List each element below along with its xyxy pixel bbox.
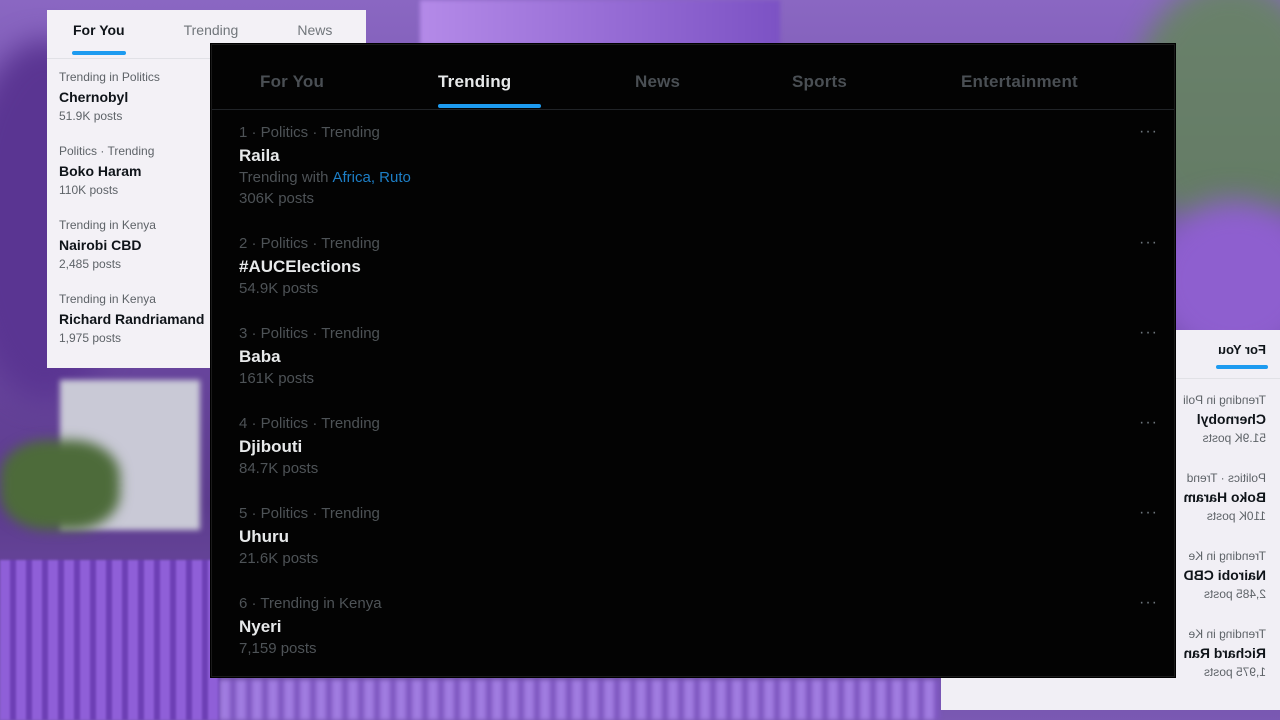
right-trend-item[interactable]: Trending in Ke Nairobi CBD 2,485 posts <box>1184 549 1266 601</box>
trend-meta: Trending in Politics <box>59 70 160 84</box>
trend-topic: Djibouti <box>239 437 303 456</box>
trend-posts: 2,485 posts <box>59 257 122 271</box>
more-options-icon[interactable]: ··· <box>1139 414 1158 432</box>
trend-topic: Richard Randriamand <box>59 311 205 327</box>
trend-meta: 4 · Politics · Trending <box>239 415 380 432</box>
trending-panel: For You Trending News Sports Entertainme… <box>211 44 1175 677</box>
trend-with-links[interactable]: Africa, Ruto <box>333 169 411 186</box>
right-trend-item[interactable]: Trending in Ke Richard Ran 1,975 posts <box>1184 627 1266 679</box>
trend-with-line: Trending with Africa, Ruto <box>239 168 1174 188</box>
trend-posts: 1,975 posts <box>1203 665 1266 679</box>
tab-entertainment[interactable]: Entertainment <box>961 72 1078 92</box>
left-trend-item[interactable]: Trending in Politics Chernobyl 51.9K pos… <box>59 70 160 123</box>
trend-posts: 54.9K posts <box>239 280 319 297</box>
tab-for-you[interactable]: For You <box>260 72 324 92</box>
left-trend-item[interactable]: Politics · Trending Boko Haram 110K post… <box>59 144 154 197</box>
trend-meta: Trending in Ke <box>1188 627 1266 641</box>
trend-meta: Politics · Trend <box>1186 471 1266 485</box>
trend-meta: 3 · Politics · Trending <box>239 325 380 342</box>
trend-posts: 51.9K posts <box>1202 431 1266 445</box>
tab-sports[interactable]: Sports <box>792 72 847 92</box>
trend-posts: 7,159 posts <box>239 640 317 657</box>
trend-topic: #AUCElections <box>239 257 361 276</box>
trend-topic: Boko Haram <box>59 163 142 179</box>
trend-item-3[interactable]: 3 · Politics · Trending Baba 161K posts … <box>239 324 1174 389</box>
trend-topic: Nairobi CBD <box>59 237 142 253</box>
more-options-icon[interactable]: ··· <box>1139 123 1158 141</box>
trend-posts: 161K posts <box>239 370 315 387</box>
trend-posts: 84.7K posts <box>239 460 319 477</box>
trend-topic: Richard Ran <box>1183 645 1266 661</box>
trend-posts: 2,485 posts <box>1203 587 1266 601</box>
left-tab-for-you[interactable]: For You <box>72 10 126 55</box>
trend-item-2[interactable]: 2 · Politics · Trending #AUCElections 54… <box>239 234 1174 299</box>
right-tab-for-you[interactable]: For You <box>1218 342 1266 357</box>
trend-meta: 6 · Trending in Kenya <box>239 595 382 612</box>
trend-meta: Politics · Trending <box>59 144 155 158</box>
more-options-icon[interactable]: ··· <box>1139 324 1158 342</box>
right-trend-item[interactable]: Politics · Trend Boko Haram 110K posts <box>1184 471 1266 523</box>
trend-posts: 1,975 posts <box>59 331 122 345</box>
trend-topic: Nyeri <box>239 617 282 636</box>
trend-topic: Chernobyl <box>1196 411 1266 427</box>
trend-meta: Trending in Ke <box>1188 549 1266 563</box>
trend-posts: 21.6K posts <box>239 550 319 567</box>
trend-meta: 1 · Politics · Trending <box>239 124 380 141</box>
trend-topic: Chernobyl <box>59 89 129 105</box>
trend-topic: Baba <box>239 347 281 366</box>
tab-bar: For You Trending News Sports Entertainme… <box>212 45 1174 110</box>
trend-topic: Nairobi CBD <box>1183 567 1266 583</box>
active-tab-indicator <box>438 104 541 108</box>
trend-topic: Uhuru <box>239 527 290 546</box>
tab-trending[interactable]: Trending <box>438 72 511 92</box>
trend-meta: 2 · Politics · Trending <box>239 235 380 252</box>
tab-news[interactable]: News <box>635 72 680 92</box>
trend-posts: 110K posts <box>1206 509 1266 523</box>
trend-with-label: Trending with <box>239 169 329 186</box>
trend-meta: 5 · Politics · Trending <box>239 505 380 522</box>
trend-posts: 51.9K posts <box>59 109 123 123</box>
right-trend-item[interactable]: Trending in Poli Chernobyl 51.9K posts <box>1183 393 1266 445</box>
trend-topic: Boko Haram <box>1183 489 1266 505</box>
trend-topic: Raila <box>239 146 280 165</box>
trend-meta: Trending in Kenya <box>59 218 156 232</box>
more-options-icon[interactable]: ··· <box>1139 504 1158 522</box>
trend-item-5[interactable]: 5 · Politics · Trending Uhuru 21.6K post… <box>239 504 1174 569</box>
trend-posts: 306K posts <box>239 190 315 207</box>
trend-item-6[interactable]: 6 · Trending in Kenya Nyeri 7,159 posts … <box>239 594 1174 659</box>
trend-posts: 110K posts <box>59 183 119 197</box>
trend-meta: Trending in Poli <box>1183 393 1266 407</box>
more-options-icon[interactable]: ··· <box>1139 234 1158 252</box>
trend-item-1[interactable]: 1 · Politics · Trending Raila Trending w… <box>239 123 1174 209</box>
left-trend-item[interactable]: Trending in Kenya Nairobi CBD 2,485 post… <box>59 218 156 271</box>
trend-item-4[interactable]: 4 · Politics · Trending Djibouti 84.7K p… <box>239 414 1174 479</box>
more-options-icon[interactable]: ··· <box>1139 594 1158 612</box>
left-trend-item[interactable]: Trending in Kenya Richard Randriamand 1,… <box>59 292 204 345</box>
trend-meta: Trending in Kenya <box>59 292 156 306</box>
